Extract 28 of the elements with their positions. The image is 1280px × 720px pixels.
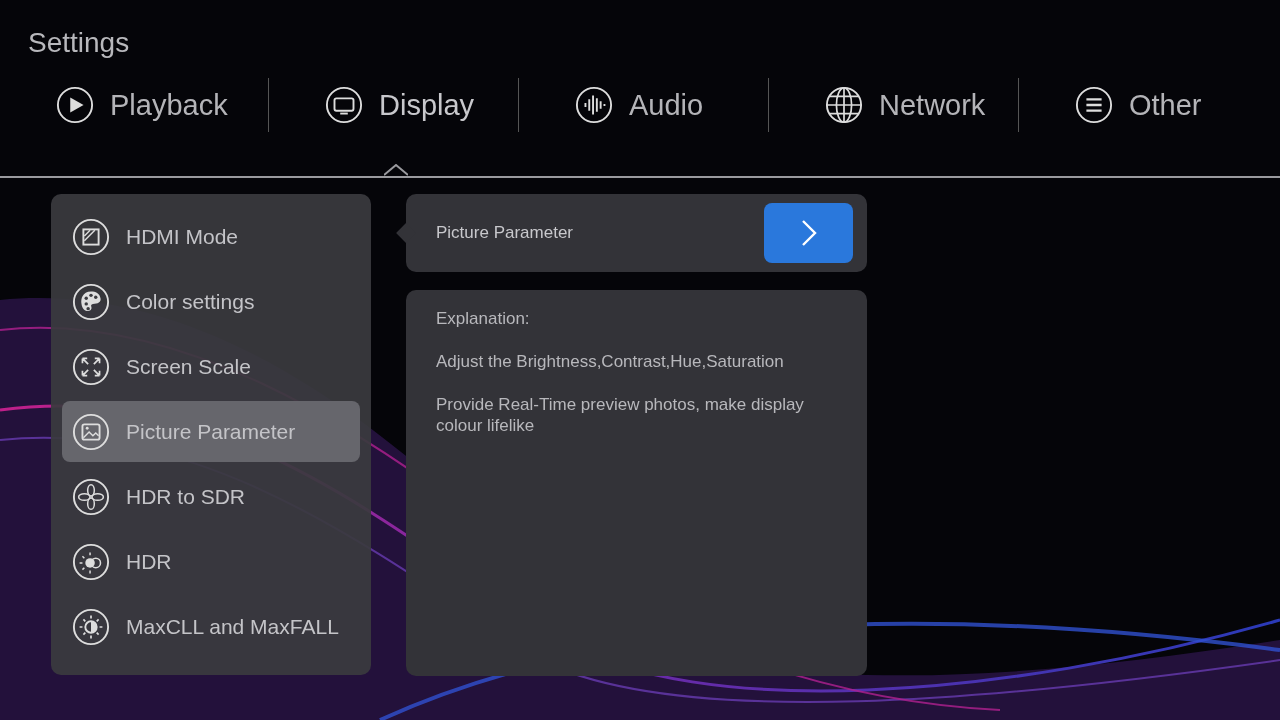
sidebar-item[interactable]: HDMI Mode xyxy=(62,206,360,267)
sun-circle-icon xyxy=(72,542,110,581)
sidebar-item[interactable]: Color settings xyxy=(62,271,360,332)
tab[interactable]: Playback xyxy=(0,78,268,176)
brightness-icon xyxy=(72,607,110,646)
play-icon xyxy=(56,86,94,124)
sidebar-item[interactable]: MaxCLL and MaxFALL xyxy=(62,596,360,657)
settings-title: Settings xyxy=(27,26,131,60)
explanation-text: Adjust the Brightness,Contrast,Hue,Saturation xyxy=(436,351,785,372)
monitor-icon xyxy=(325,86,363,124)
option-label: Picture Parameter xyxy=(436,223,573,243)
globe-icon xyxy=(825,86,863,124)
tab[interactable]: Network xyxy=(769,78,1018,176)
sidebar-item[interactable]: HDR to SDR xyxy=(62,466,360,527)
next-button[interactable] xyxy=(764,203,853,263)
tab[interactable]: Display xyxy=(269,78,518,176)
explanation-heading: Explanation: xyxy=(436,308,531,329)
expand-icon xyxy=(72,347,110,386)
tab[interactable]: Other xyxy=(1019,78,1268,176)
explanation-text: Provide Real-Time preview photos, make display colour lifelike xyxy=(436,394,805,436)
tab[interactable]: Audio xyxy=(519,78,768,176)
sound-wave-icon xyxy=(575,86,613,124)
palette-icon xyxy=(72,282,110,321)
sidebar-item[interactable]: Screen Scale xyxy=(62,336,360,397)
flower-icon xyxy=(72,477,110,516)
menu-icon xyxy=(1075,86,1113,124)
sidebar-item[interactable]: HDR xyxy=(62,531,360,592)
image-icon xyxy=(72,412,110,451)
